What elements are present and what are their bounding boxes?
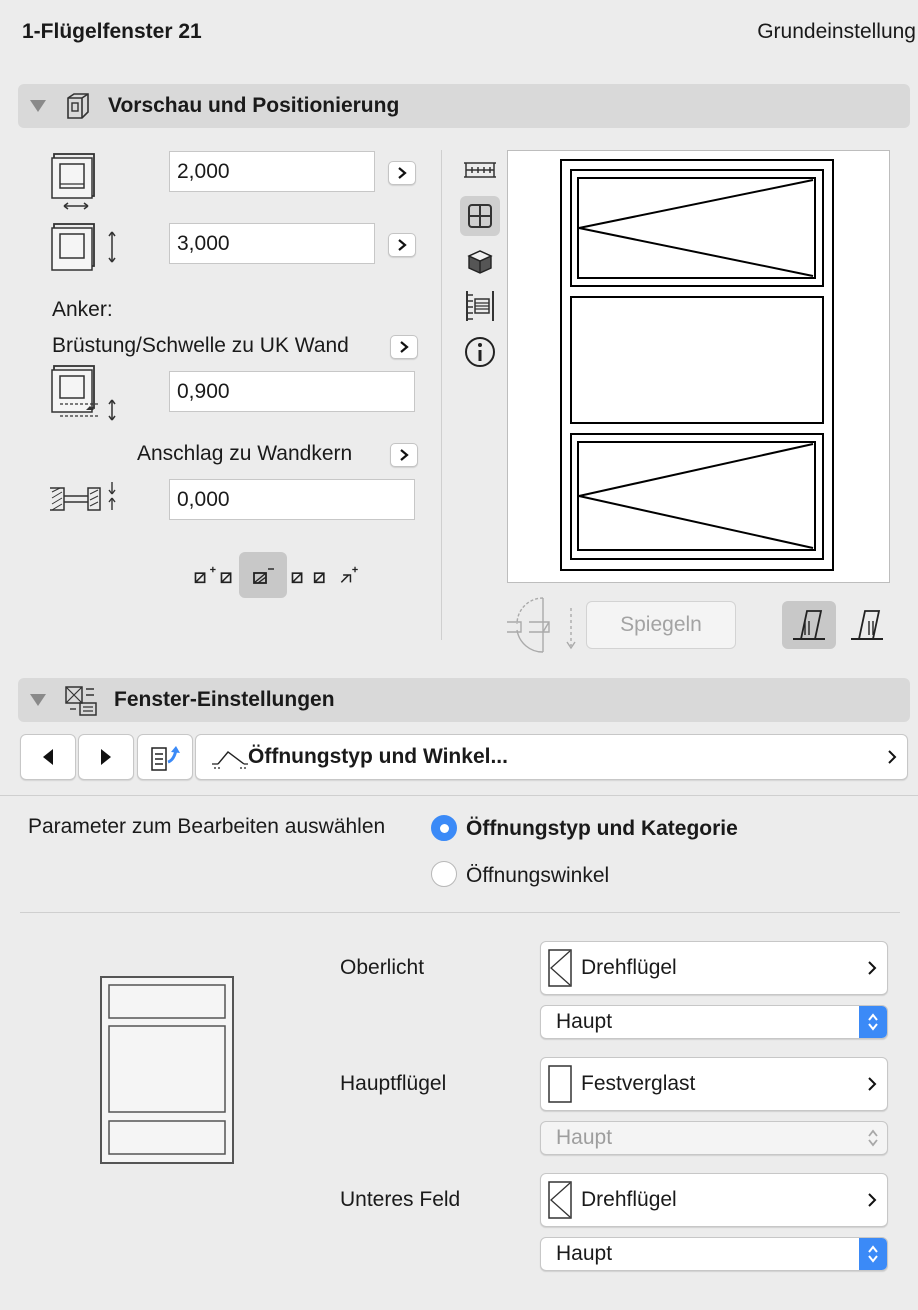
chevron-right-icon [868,1193,877,1207]
anchor-core-outside-icon[interactable] [216,563,240,587]
chevron-right-icon [868,961,877,975]
anchor-core-inside-icon[interactable] [287,563,311,587]
view-plan-button[interactable] [460,150,500,190]
panel-label-main-sash: Hauptflügel [340,1072,447,1095]
panel-label-lower-field: Unteres Feld [340,1188,461,1211]
fixed-glazing-icon [548,1065,572,1103]
radio-label-opening-angle: Öffnungswinkel [466,864,610,887]
select-value: Haupt [556,1242,613,1265]
panel-category-select-lower-field[interactable]: Haupt [540,1237,888,1271]
sill-height-icon [51,365,116,421]
window-elevation-preview [507,150,890,583]
parameter-list-icon [151,746,180,771]
anchor-position-group [190,552,360,598]
panel-label-transom: Oberlicht [340,956,425,979]
height-options-button[interactable] [388,233,416,257]
height-field[interactable]: 3,000 [169,223,375,264]
panel-category-select-main-sash: Haupt [540,1121,888,1155]
anchor-inside-plus-icon[interactable] [334,563,360,587]
width-field[interactable]: 2,000 [169,151,375,192]
page-select-button[interactable]: Öffnungstyp und Winkel... [195,734,908,780]
reveal-depth-icon [50,482,116,511]
sill-reference-button[interactable] [390,335,418,359]
view-section-button[interactable] [460,286,500,326]
view-3d-button[interactable] [460,242,500,282]
collapse-triangle-icon[interactable] [30,694,46,706]
triangle-right-icon [101,749,111,765]
width-options-button[interactable] [388,161,416,185]
select-value: Haupt [556,1126,613,1149]
sill-height-field[interactable]: 0,900 [169,371,415,412]
chevron-right-icon [398,239,407,251]
updown-arrows-icon [859,1122,887,1154]
window-settings-icon [65,686,97,716]
panel-type-label: Drehflügel [581,1188,677,1211]
window-elevation-drawing [560,159,834,571]
parameter-prompt: Parameter zum Bearbeiten auswählen [28,815,386,838]
info-button[interactable] [460,332,500,372]
window-title: 1-Flügelfenster 21 [22,20,202,43]
panel-type-button-lower-field[interactable]: Drehflügel [540,1173,888,1227]
previous-page-button[interactable] [20,734,76,780]
window-layout-diagram [100,976,234,1164]
anchor-label: Anker: [52,298,113,321]
width-icon [51,153,95,210]
window-grid-icon [468,204,492,228]
panel-type-label: Festverglast [581,1072,696,1095]
preset-label: Grundeinstellung [757,20,916,43]
section-header-preview[interactable]: Vorschau und Positionierung [18,84,910,128]
radio-opening-angle[interactable] [431,861,457,887]
next-page-button[interactable] [78,734,134,780]
page-select-label: Öffnungstyp und Winkel... [248,745,508,768]
horizontal-divider [0,795,918,796]
info-icon [465,337,495,367]
section-title-window-settings: Fenster-Einstellungen [114,688,335,711]
door-swing-left-icon [793,610,825,640]
anchor-core-icon [253,568,275,584]
section-list-icon [466,291,494,321]
section-title-preview: Vorschau und Positionierung [108,94,400,117]
panel-type-label: Drehflügel [581,956,677,979]
3d-cube-icon [467,250,493,274]
vertical-divider [441,150,442,640]
reveal-label: Anschlag zu Wandkern [137,442,353,465]
anchor-outside-icon[interactable] [190,563,216,587]
view-elevation-button[interactable] [460,196,500,236]
triangle-left-icon [43,749,53,765]
chevron-right-icon [400,341,409,353]
chevron-right-icon [400,449,409,461]
collapse-triangle-icon[interactable] [30,100,46,112]
sill-reference-label: Brüstung/Schwelle zu UK Wand [52,334,349,357]
horizontal-divider [20,912,900,913]
door-swing-right-icon [851,610,883,640]
chevron-right-icon [888,750,897,764]
anchor-inside-icon[interactable] [311,563,335,587]
radio-label-opening-type-category: Öffnungstyp und Kategorie [466,817,738,840]
radio-opening-type-category[interactable] [431,815,457,841]
mirror-button[interactable]: Spiegeln [586,601,736,649]
mirror-opening-icon [507,597,576,653]
updown-arrows-icon [859,1006,887,1038]
height-icon [51,223,116,271]
anchor-core-button[interactable] [239,552,287,598]
casement-icon [548,1181,572,1219]
panel-type-button-main-sash[interactable]: Festverglast [540,1057,888,1111]
chevron-right-icon [868,1077,877,1091]
floor-plan-icon [464,162,496,178]
casement-icon [548,949,572,987]
hinge-side-left-button[interactable] [782,601,836,649]
window-preview-icon [67,93,89,119]
reveal-depth-field[interactable]: 0,000 [169,479,415,520]
section-header-window-settings[interactable]: Fenster-Einstellungen [18,678,910,722]
select-value: Haupt [556,1010,613,1033]
panel-type-button-transom[interactable]: Drehflügel [540,941,888,995]
reveal-options-button[interactable] [390,443,418,467]
hinge-side-right-button[interactable] [840,601,894,649]
parameter-list-button[interactable] [137,734,193,780]
updown-arrows-icon [859,1238,887,1270]
opening-type-icon [212,751,248,769]
panel-category-select-transom[interactable]: Haupt [540,1005,888,1039]
chevron-right-icon [398,167,407,179]
